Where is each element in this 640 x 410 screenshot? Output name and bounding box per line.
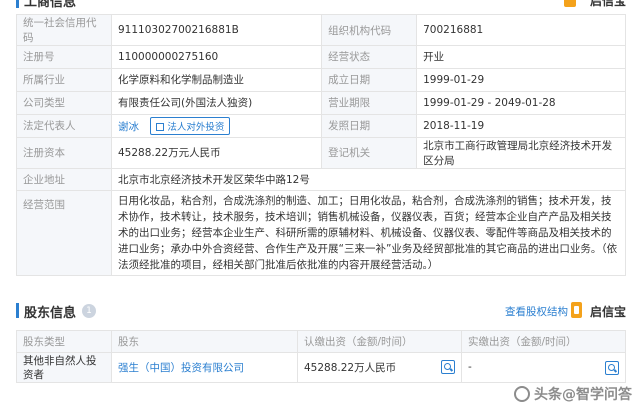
table-row: 注册资本 45288.22万元人民币 登记机关 北京市工商行政管理局北京经济技术… <box>16 136 626 169</box>
field-label: 公司类型 <box>16 90 112 115</box>
table-row: 经营范围 日用化妆品，粘合剂，合成洗涤剂的制造、加工；日用化妆品，粘合剂，合成洗… <box>16 190 626 277</box>
watermark-text: 头条@智学问答 <box>534 387 632 403</box>
toutiao-logo-icon <box>514 386 530 402</box>
shareholder-table: 股东类型 股东 认缴出资（金额/时间） 实缴出资（金额/时间） 其他非自然人投资… <box>16 330 626 383</box>
table-header-row: 股东类型 股东 认缴出资（金额/时间） 实缴出资（金额/时间） <box>16 330 626 353</box>
table-row: 统一社会信用代码 91110302700216881B 组织机构代码 70021… <box>16 14 626 46</box>
field-label: 注册资本 <box>16 136 112 169</box>
table-row: 企业地址 北京市北京经济技术开发区荣华中路12号 <box>16 167 626 192</box>
field-label: 发照日期 <box>321 113 418 138</box>
shareholder-type: 其他非自然人投资者 <box>16 352 112 383</box>
subscribed-capital: 45288.22万人民币 <box>304 362 397 374</box>
field-value: 有限责任公司(外国法人独资) <box>110 90 323 115</box>
field-value: 2018-11-19 <box>416 113 626 138</box>
shareholder-name-cell: 强生（中国）投资有限公司 <box>111 352 298 383</box>
field-value: 开业 <box>416 45 626 69</box>
business-info-table: 统一社会信用代码 91110302700216881B 组织机构代码 70021… <box>16 14 626 277</box>
field-value: 700216881 <box>416 14 626 46</box>
table-row: 法定代表人 谢冰 法人对外投资 发照日期 2018-11-19 <box>16 113 626 138</box>
view-equity-structure-link[interactable]: 查看股权结构 <box>505 304 568 319</box>
search-icon[interactable] <box>441 360 455 374</box>
shareholder-count-badge: 1 <box>82 304 96 318</box>
field-value: 45288.22万元人民币 <box>110 136 323 169</box>
qixinbao-logo-icon <box>571 302 582 318</box>
field-label: 所属行业 <box>16 67 112 92</box>
section-title: 工商信息 <box>24 0 77 10</box>
section-accent-bar <box>16 0 19 8</box>
field-value: 1999-01-29 - 2049-01-28 <box>416 90 626 115</box>
table-row: 注册号 110000000275160 经营状态 开业 <box>16 45 626 69</box>
field-label: 经营状态 <box>321 45 418 69</box>
search-icon[interactable] <box>605 360 619 375</box>
business-info-header: 工商信息 启信宝 <box>0 0 640 10</box>
field-value: 北京市工商行政管理局北京经济技术开发区分局 <box>416 136 626 169</box>
paid-capital: - <box>468 360 472 373</box>
field-label: 企业地址 <box>16 167 112 192</box>
brand-name: 启信宝 <box>589 305 626 319</box>
table-row: 所属行业 化学原料和化学制品制造业 成立日期 1999-01-29 <box>16 67 626 92</box>
company-info-page: 工商信息 启信宝 统一社会信用代码 91110302700216881B 组织机… <box>0 0 640 410</box>
field-label: 营业期限 <box>321 90 418 115</box>
field-label: 登记机关 <box>321 136 418 169</box>
field-label: 组织机构代码 <box>321 14 418 46</box>
column-header: 认缴出资（金额/时间） <box>297 330 462 353</box>
investment-icon <box>156 122 165 131</box>
table-row: 公司类型 有限责任公司(外国法人独资) 营业期限 1999-01-29 - 20… <box>16 90 626 115</box>
paid-capital-cell: - <box>461 352 626 383</box>
legal-rep-link[interactable]: 谢冰 <box>118 121 139 133</box>
column-header: 实缴出资（金额/时间） <box>461 330 626 353</box>
business-scope-text: 日用化妆品，粘合剂，合成洗涤剂的制造、加工；日用化妆品，粘合剂，合成洗涤剂的销售… <box>111 190 626 277</box>
table-row: 其他非自然人投资者 强生（中国）投资有限公司 45288.22万人民币 - <box>16 352 626 383</box>
watermark: 头条@智学问答 <box>514 384 632 404</box>
field-label: 成立日期 <box>321 67 418 92</box>
field-value: 110000000275160 <box>110 45 323 69</box>
field-value: 1999-01-29 <box>416 67 626 92</box>
brand-name: 启信宝 <box>589 0 626 8</box>
legal-rep-cell: 谢冰 法人对外投资 <box>110 113 323 138</box>
field-label: 法定代表人 <box>16 113 112 138</box>
legal-rep-investment-button[interactable]: 法人对外投资 <box>150 116 231 135</box>
field-label: 统一社会信用代码 <box>16 14 112 46</box>
section-title: 股东信息 <box>24 306 77 321</box>
shareholder-header: 股东信息 1 查看股权结构 启信宝 <box>16 300 626 322</box>
investment-button-label: 法人对外投资 <box>167 121 225 133</box>
section-accent-bar <box>16 303 19 318</box>
qixinbao-logo-icon <box>564 0 576 7</box>
column-header: 股东 <box>111 330 298 353</box>
field-value: 北京市北京经济技术开发区荣华中路12号 <box>111 167 626 192</box>
column-header: 股东类型 <box>16 330 112 353</box>
shareholder-name-link[interactable]: 强生（中国）投资有限公司 <box>118 362 244 374</box>
field-label: 经营范围 <box>16 190 112 277</box>
field-label: 注册号 <box>16 45 112 69</box>
subscribed-capital-cell: 45288.22万人民币 <box>297 352 462 383</box>
field-value: 91110302700216881B <box>110 14 323 46</box>
field-value: 化学原料和化学制品制造业 <box>110 67 323 92</box>
